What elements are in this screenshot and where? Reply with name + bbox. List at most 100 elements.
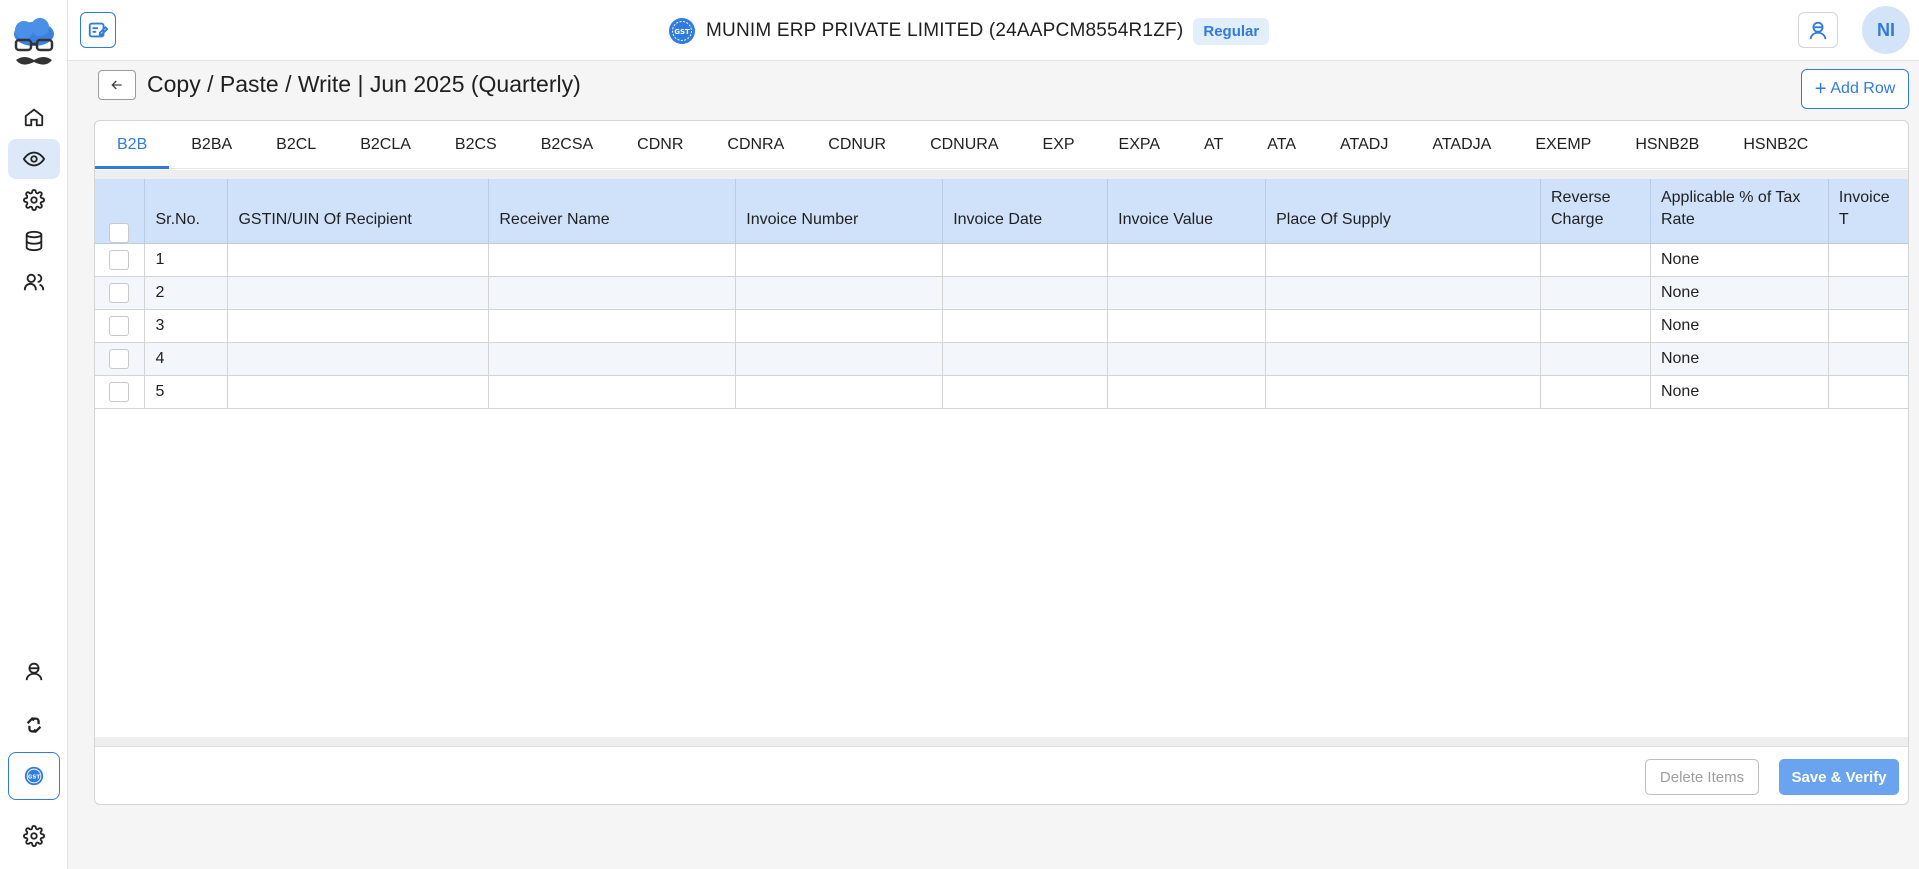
- tab-cdnr[interactable]: CDNR: [615, 121, 705, 169]
- editable-cell[interactable]: [1828, 375, 1908, 409]
- editable-cell[interactable]: [488, 243, 737, 277]
- tax-rate-cell[interactable]: None: [1650, 243, 1829, 277]
- tab-hsnb2c[interactable]: HSNB2C: [1721, 121, 1830, 169]
- editable-cell[interactable]: [942, 342, 1109, 376]
- editable-cell[interactable]: [488, 276, 737, 310]
- arrow-left-icon: [111, 80, 122, 90]
- support-agent-icon: [25, 662, 43, 681]
- tax-rate-cell[interactable]: None: [1650, 276, 1829, 310]
- sidebar-item-database[interactable]: [8, 221, 60, 261]
- database-icon: [25, 230, 43, 252]
- sr-no-cell: 2: [144, 276, 229, 310]
- save-verify-button[interactable]: Save & Verify: [1779, 759, 1899, 795]
- row-checkbox[interactable]: [109, 282, 129, 303]
- munim-logo-icon[interactable]: [10, 18, 58, 76]
- eye-icon: [23, 151, 45, 167]
- sidebar-item-support[interactable]: [8, 651, 60, 691]
- editable-cell[interactable]: [227, 342, 490, 376]
- sidebar-item-users[interactable]: [8, 262, 60, 302]
- sidebar-item-gst[interactable]: GST: [8, 752, 60, 800]
- editable-cell[interactable]: [1107, 243, 1267, 277]
- editable-cell[interactable]: [1828, 276, 1908, 310]
- editable-cell[interactable]: [488, 342, 737, 376]
- editable-cell[interactable]: [1828, 243, 1908, 277]
- editable-cell[interactable]: [1107, 276, 1267, 310]
- tab-hsnb2b[interactable]: HSNB2B: [1613, 121, 1721, 169]
- tab-at[interactable]: AT: [1182, 121, 1245, 169]
- gst-icon: GST: [24, 766, 44, 786]
- editable-cell[interactable]: [942, 309, 1109, 343]
- tab-exemp[interactable]: EXEMP: [1513, 121, 1613, 169]
- editable-cell[interactable]: [1828, 309, 1908, 343]
- editable-cell[interactable]: [488, 309, 737, 343]
- tax-rate-cell[interactable]: None: [1650, 309, 1829, 343]
- row-checkbox[interactable]: [109, 249, 129, 270]
- editable-cell[interactable]: [735, 243, 944, 277]
- editable-cell[interactable]: [942, 243, 1109, 277]
- table-horizontal-scrollbar[interactable]: [95, 737, 1908, 746]
- add-row-button[interactable]: + Add Row: [1801, 69, 1909, 109]
- tab-cdnura[interactable]: CDNURA: [908, 121, 1020, 169]
- editable-cell[interactable]: [735, 276, 944, 310]
- editable-cell[interactable]: [227, 276, 490, 310]
- tab-b2cl[interactable]: B2CL: [254, 121, 338, 169]
- tab-b2csa[interactable]: B2CSA: [519, 121, 615, 169]
- editable-cell[interactable]: [735, 309, 944, 343]
- user-avatar[interactable]: NI: [1862, 6, 1910, 54]
- svg-text:GST: GST: [28, 774, 40, 780]
- editable-cell[interactable]: [1265, 342, 1541, 376]
- editable-cell[interactable]: [942, 276, 1109, 310]
- tab-cdnur[interactable]: CDNUR: [806, 121, 908, 169]
- editable-cell[interactable]: [942, 375, 1109, 409]
- notes-button[interactable]: [80, 12, 116, 48]
- tab-exp[interactable]: EXP: [1021, 121, 1097, 169]
- sidebar-item-home[interactable]: [8, 97, 60, 137]
- tabs-scrollbar[interactable]: [95, 170, 1908, 179]
- row-checkbox[interactable]: [109, 348, 129, 369]
- tab-expa[interactable]: EXPA: [1097, 121, 1183, 169]
- editable-cell[interactable]: [1265, 243, 1541, 277]
- select-all-cell: [95, 179, 146, 244]
- editable-cell[interactable]: [227, 243, 490, 277]
- sidebar-item-settings[interactable]: [8, 180, 60, 220]
- editable-cell[interactable]: [1540, 375, 1651, 409]
- editable-cell[interactable]: [1265, 276, 1541, 310]
- tab-b2cs[interactable]: B2CS: [433, 121, 519, 169]
- editable-cell[interactable]: [1540, 276, 1651, 310]
- column-header: Invoice Date: [942, 179, 1109, 244]
- tax-rate-cell[interactable]: None: [1650, 342, 1829, 376]
- row-checkbox[interactable]: [109, 315, 129, 336]
- tab-ata[interactable]: ATA: [1245, 121, 1318, 169]
- tab-b2ba[interactable]: B2BA: [169, 121, 254, 169]
- tab-b2b[interactable]: B2B: [95, 121, 170, 169]
- editable-cell[interactable]: [1540, 309, 1651, 343]
- row-checkbox[interactable]: [109, 381, 129, 402]
- editable-cell[interactable]: [1265, 375, 1541, 409]
- tab-b2cla[interactable]: B2CLA: [338, 121, 433, 169]
- editable-cell[interactable]: [227, 309, 490, 343]
- support-button[interactable]: [1798, 12, 1838, 48]
- editable-cell[interactable]: [1265, 309, 1541, 343]
- editable-cell[interactable]: [1107, 309, 1267, 343]
- delete-items-button[interactable]: Delete Items: [1645, 759, 1759, 795]
- sidebar-item-preferences[interactable]: [8, 816, 60, 856]
- editable-cell[interactable]: [735, 342, 944, 376]
- editable-cell[interactable]: [1828, 342, 1908, 376]
- tax-rate-cell[interactable]: None: [1650, 375, 1829, 409]
- sidebar-item-sync[interactable]: [8, 705, 60, 745]
- tab-cdnra[interactable]: CDNRA: [705, 121, 806, 169]
- back-button[interactable]: [98, 70, 136, 100]
- editable-cell[interactable]: [488, 375, 737, 409]
- editable-cell[interactable]: [1540, 342, 1651, 376]
- card-footer: Delete Items Save & Verify: [95, 746, 1908, 804]
- tab-atadj[interactable]: ATADJ: [1318, 121, 1410, 169]
- editable-cell[interactable]: [735, 375, 944, 409]
- invoice-table: Sr.No. GSTIN/UIN Of Recipient Receiver N…: [95, 179, 1908, 409]
- editable-cell[interactable]: [1107, 375, 1267, 409]
- sidebar-item-view[interactable]: [8, 139, 60, 179]
- editable-cell[interactable]: [1540, 243, 1651, 277]
- editable-cell[interactable]: [227, 375, 490, 409]
- tab-atadja[interactable]: ATADJA: [1410, 121, 1513, 169]
- editable-cell[interactable]: [1107, 342, 1267, 376]
- select-all-checkbox[interactable]: [109, 222, 129, 243]
